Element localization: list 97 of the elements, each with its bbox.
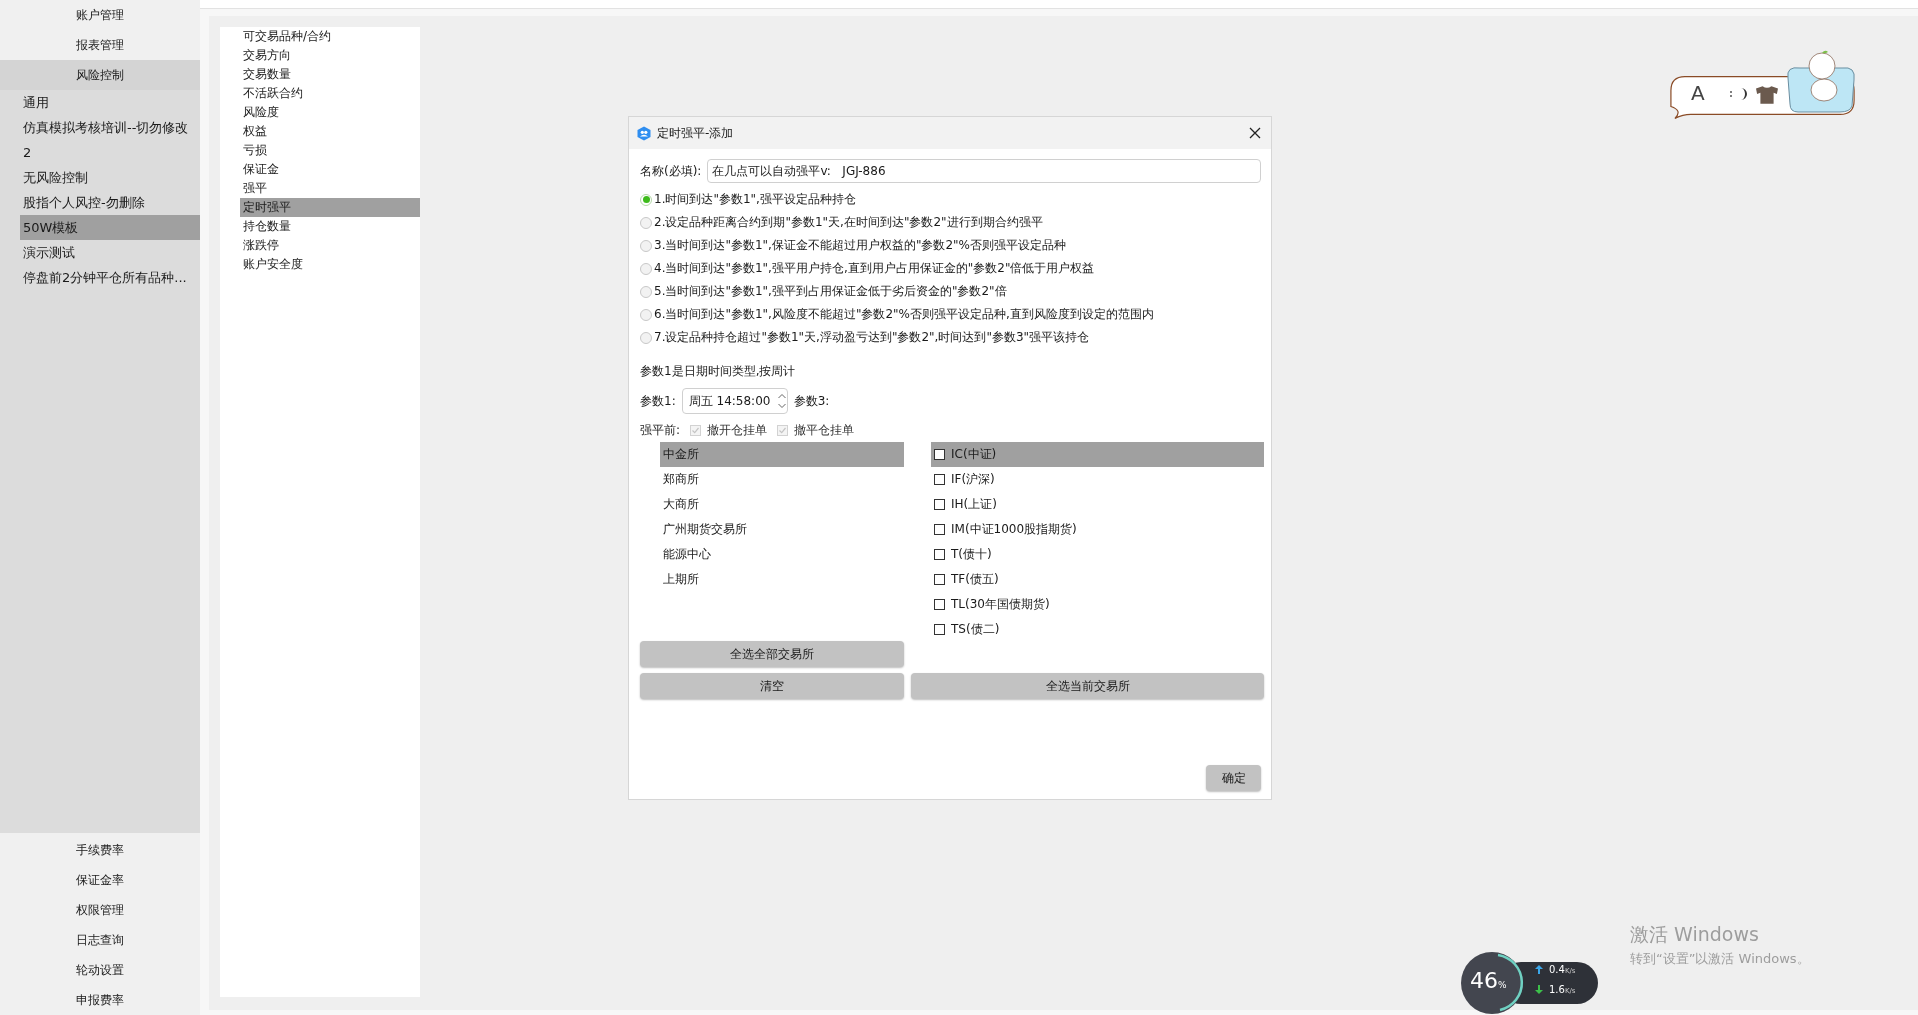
rule-type-item[interactable]: 账户安全度 — [240, 255, 420, 274]
font-button[interactable]: A — [1691, 83, 1705, 103]
app-icon — [637, 125, 651, 141]
checkbox[interactable] — [934, 574, 945, 585]
template-item[interactable]: 无风险控制 — [20, 165, 200, 190]
template-item[interactable]: 股指个人风控-勿删除 — [20, 190, 200, 215]
product-label: IM(中证1000股指期货) — [951, 521, 1077, 538]
rule-type-item[interactable]: 强平 — [240, 179, 420, 198]
rule-type-item[interactable]: 交易数量 — [240, 65, 420, 84]
template-item[interactable]: 2 — [20, 140, 200, 165]
field-label: 强平前: — [640, 421, 681, 439]
nav-item[interactable]: 轮动设置 — [0, 955, 200, 985]
nav-item[interactable]: 申报费率 — [0, 985, 200, 1015]
exchange-item[interactable]: 中金所 — [660, 442, 904, 467]
product-item[interactable]: T(债十) — [931, 542, 1264, 567]
template-item[interactable]: 仿真模拟考核培训--切勿修改 — [20, 115, 200, 140]
rule-type-item[interactable]: 涨跌停 — [240, 236, 420, 255]
product-item[interactable]: IH(上证) — [931, 492, 1264, 517]
radio-button[interactable] — [640, 216, 652, 229]
rule-type-item[interactable]: 持仓数量 — [240, 217, 420, 236]
exchange-item[interactable]: 上期所 — [660, 567, 904, 592]
rule-type-item[interactable]: 交易方向 — [240, 46, 420, 65]
product-item[interactable]: IM(中证1000股指期货) — [931, 517, 1264, 542]
option-label: 2.设定品种距离合约到期"参数1"天,在时间到达"参数2"进行到期合约强平 — [654, 214, 1043, 231]
radio-button[interactable] — [640, 239, 652, 252]
rule-type-item[interactable]: 权益 — [240, 122, 420, 141]
rule-type-item[interactable]: 定时强平 — [240, 198, 420, 217]
checkbox[interactable] — [934, 549, 945, 560]
exchange-item[interactable]: 郑商所 — [660, 467, 904, 492]
rule-type-item[interactable]: 亏损 — [240, 141, 420, 160]
exchange-item[interactable]: 能源中心 — [660, 542, 904, 567]
exchange-item[interactable]: 大商所 — [660, 492, 904, 517]
product-label: TS(债二) — [951, 621, 1000, 638]
rule-type-item[interactable]: 保证金 — [240, 160, 420, 179]
time-spinner[interactable]: 周五 14:58:00 — [681, 388, 788, 414]
checkbox[interactable] — [934, 499, 945, 510]
product-label: TL(30年国债期货) — [951, 596, 1050, 613]
checkbox[interactable] — [934, 599, 945, 610]
product-item[interactable]: TF(债五) — [931, 567, 1264, 592]
window-title: 定时强平-添加 — [657, 124, 735, 142]
down-arrow-icon — [1535, 985, 1543, 994]
rule-type-item[interactable]: 风险度 — [240, 103, 420, 122]
nav-item[interactable]: 风险控制 — [0, 60, 200, 90]
checkmark-icon — [691, 425, 701, 435]
select-current-button[interactable]: 全选当前交易所 — [911, 673, 1264, 699]
product-label: IH(上证) — [951, 496, 997, 513]
select-all-exchanges-button[interactable]: 全选全部交易所 — [640, 641, 904, 667]
close-icon[interactable] — [1247, 125, 1263, 141]
shirt-icon[interactable] — [1756, 86, 1778, 104]
ok-button[interactable]: 确定 — [1206, 765, 1261, 791]
checkbox[interactable] — [934, 474, 945, 485]
name-field[interactable]: 在几点可以自动强平v: JGJ-886 — [707, 159, 1261, 183]
nav-item[interactable]: 权限管理 — [0, 895, 200, 925]
nav-item[interactable]: 保证金率 — [0, 865, 200, 895]
product-item[interactable]: TS(债二) — [931, 617, 1264, 642]
rule-type-item[interactable]: 可交易品种/合约 — [240, 27, 420, 46]
rule-type-item[interactable]: 不活跃合约 — [240, 84, 420, 103]
template-item[interactable]: 通用 — [20, 90, 200, 115]
template-item[interactable]: 停盘前2分钟平仓所有品种... — [20, 265, 200, 290]
checkbox[interactable] — [934, 449, 945, 460]
option-label: 5.当时间到达"参数1",强平到占用保证金低于劣后资金的"参数2"倍 — [654, 283, 1007, 300]
up-arrow-icon — [1535, 965, 1543, 974]
option-label: 1.时间到达"参数1",强平设定品种持仓 — [654, 191, 856, 208]
product-item[interactable]: TL(30年国债期货) — [931, 592, 1264, 617]
radio-button[interactable] — [640, 331, 652, 344]
checkmark-icon — [778, 425, 788, 435]
option-label: 3.当时间到达"参数1",保证金不能超过用户权益的"参数2"%否则强平设定品种 — [654, 237, 1066, 254]
nav-item[interactable]: 手续费率 — [0, 835, 200, 865]
clear-button[interactable]: 清空 — [640, 673, 904, 699]
radio-button[interactable] — [640, 193, 652, 206]
option-label: 6.当时间到达"参数1",风险度不能超过"参数2"%否则强平设定品种,直到风险度到设定的范围内 — [654, 306, 1154, 323]
field-label: 名称(必填): — [640, 162, 702, 180]
product-item[interactable]: IC(中证) — [931, 442, 1264, 467]
activation-text: 转到“设置”以激活 Windows。 — [1630, 950, 1810, 968]
nav-item[interactable]: 日志查询 — [0, 925, 200, 955]
activation-title: 激活 Windows — [1630, 922, 1760, 947]
radio-button[interactable] — [640, 308, 652, 321]
checkbox[interactable] — [934, 524, 945, 535]
radio-button[interactable] — [640, 262, 652, 275]
template-item[interactable]: 演示测试 — [20, 240, 200, 265]
product-label: TF(债五) — [951, 571, 999, 588]
product-label: IF(沪深) — [951, 471, 995, 488]
template-item[interactable]: 50W模板 — [20, 215, 200, 240]
field-label: 参数1: — [640, 392, 676, 410]
exchange-item[interactable]: 广州期货交易所 — [660, 517, 904, 542]
product-label: T(债十) — [951, 546, 992, 563]
field-label: 参数3: — [793, 392, 830, 410]
usage-percent: 46% — [1470, 968, 1507, 993]
option-label: 4.当时间到达"参数1",强平用户持仓,直到用户占用保证金的"参数2"倍低于用户权益 — [654, 260, 1095, 277]
option-label: 7.设定品种持仓超过"参数1"天,浮动盈亏达到"参数2",时间达到"参数3"强平该持仓 — [654, 329, 1090, 346]
checkbox[interactable] — [934, 624, 945, 635]
hint-text: 参数1是日期时间类型,按周计 — [640, 363, 797, 380]
radio-button[interactable] — [640, 285, 652, 298]
product-item[interactable]: IF(沪深) — [931, 467, 1264, 492]
nav-item[interactable]: 报表管理 — [0, 30, 200, 60]
product-label: IC(中证) — [951, 446, 997, 463]
nav-item[interactable]: 账户管理 — [0, 0, 200, 30]
